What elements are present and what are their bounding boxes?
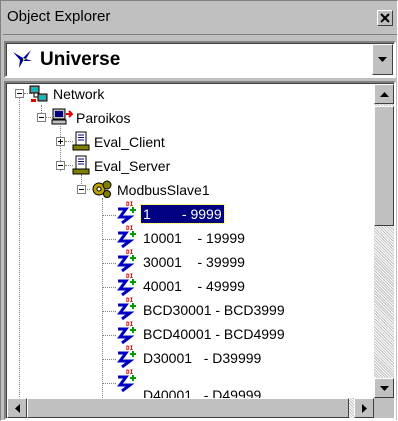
scroll-up-button[interactable] <box>374 84 394 104</box>
tree-item-label: D30001 - D39999 <box>143 350 262 366</box>
svg-text:DI: DI <box>126 369 134 376</box>
tree-item-label: 30001 - 39999 <box>143 254 245 270</box>
chevron-up-icon <box>380 92 389 97</box>
scroll-down-button[interactable] <box>374 378 394 398</box>
network-icon <box>29 85 48 102</box>
digital-io-icon: DI <box>117 201 136 224</box>
tree-item-label: 10001 - 19999 <box>143 230 245 246</box>
tree-item-label: 40001 - 49999 <box>143 278 245 294</box>
horizontal-scroll-thumb[interactable] <box>27 398 349 418</box>
tree-node-eval-client[interactable]: Eval_Client <box>92 133 167 151</box>
svg-text:DI: DI <box>126 225 134 232</box>
device-icon <box>92 180 112 198</box>
digital-io-icon: DI <box>117 297 136 320</box>
vertical-scrollbar[interactable] <box>374 84 394 398</box>
universe-label: Universe <box>40 49 121 70</box>
tree-item-label: BCD30001 - BCD3999 <box>143 302 285 318</box>
digital-io-icon: DI <box>117 345 136 368</box>
svg-text:DI: DI <box>126 249 134 256</box>
object-tree: Network Paroikos Eval_Client Eval_Server… <box>4 81 396 420</box>
scroll-right-button[interactable] <box>354 398 374 418</box>
object-explorer-window: Object Explorer Universe Network Paroiko… <box>0 0 398 421</box>
computer-collapse-toggle[interactable] <box>37 113 46 122</box>
eval-client-expand-toggle[interactable] <box>56 137 65 146</box>
tree-item-label: 1 - 9999 <box>140 204 225 224</box>
close-icon <box>380 13 390 23</box>
scrollbar-corner <box>374 398 394 418</box>
chevron-down-icon <box>380 386 389 391</box>
universe-dropdown[interactable]: Universe <box>4 41 396 78</box>
modbus-collapse-toggle[interactable] <box>77 185 86 194</box>
digital-io-icon: DI <box>117 249 136 272</box>
network-collapse-toggle[interactable] <box>15 89 24 98</box>
tree-node-eval-server[interactable]: Eval_Server <box>92 157 172 175</box>
tree-node-paroikos[interactable]: Paroikos <box>74 109 132 127</box>
process-icon <box>72 155 90 175</box>
tree-node-network[interactable]: Network <box>51 85 106 103</box>
universe-icon <box>13 50 32 68</box>
svg-text:DI: DI <box>126 297 134 304</box>
svg-text:DI: DI <box>126 201 134 208</box>
horizontal-scrollbar[interactable] <box>7 398 374 418</box>
digital-io-icon: DI <box>117 225 136 248</box>
tree-item-label: D40001 - D49999 <box>143 387 262 398</box>
window-title: Object Explorer <box>7 8 111 25</box>
title-bar: Object Explorer <box>3 3 397 35</box>
svg-text:DI: DI <box>126 273 134 280</box>
vertical-scroll-thumb[interactable] <box>374 106 394 226</box>
process-icon <box>72 131 90 151</box>
chevron-down-icon <box>378 57 387 62</box>
tree-item-label: BCD40001 - BCD4999 <box>143 326 285 342</box>
digital-io-icon: DI <box>117 321 136 344</box>
svg-text:DI: DI <box>126 321 134 328</box>
scroll-left-button[interactable] <box>7 398 27 418</box>
svg-text:DI: DI <box>126 345 134 352</box>
tree-node-modbusslave1[interactable]: ModbusSlave1 <box>115 181 212 199</box>
close-button[interactable] <box>377 10 393 26</box>
chevron-left-icon <box>15 404 20 413</box>
eval-server-collapse-toggle[interactable] <box>56 161 65 170</box>
digital-io-icon: DI <box>117 273 136 296</box>
digital-io-icon: DI <box>117 369 136 392</box>
dropdown-button[interactable] <box>372 44 393 75</box>
tree-viewport: Network Paroikos Eval_Client Eval_Server… <box>7 84 373 398</box>
chevron-right-icon <box>362 404 367 413</box>
computer-icon <box>51 108 73 125</box>
